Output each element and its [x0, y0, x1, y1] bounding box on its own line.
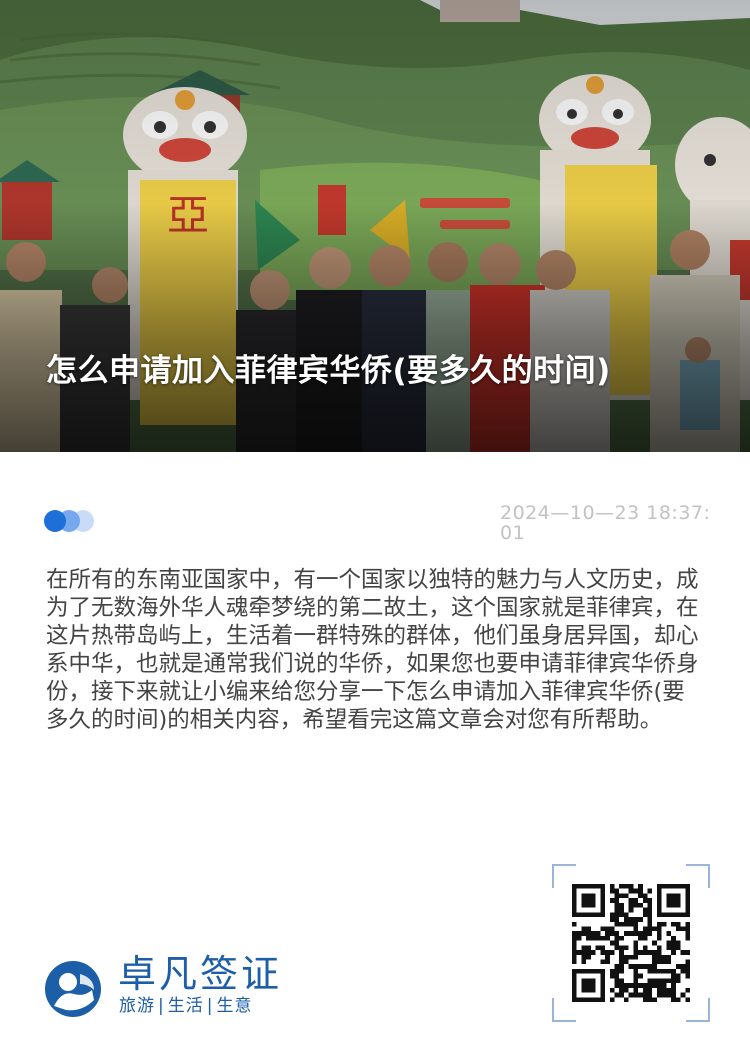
tagline-item: 旅游 [119, 996, 155, 1016]
dot-icon [44, 510, 66, 532]
article-title: 怎么申请加入菲律宾华侨(要多久的时间) [46, 353, 611, 389]
brand-name: 卓凡签证 [118, 952, 283, 996]
qr-frame [552, 864, 710, 1022]
tagline-separator: | [206, 996, 214, 1016]
article-intro: 在所有的东南亚国家中，有一个国家以独特的魅力与人文历史，成为了无数海外华人魂牵梦… [46, 567, 699, 733]
tagline-item: 生活 [167, 996, 204, 1016]
qr-code-icon[interactable] [572, 884, 690, 1002]
decorative-dots-icon [44, 510, 104, 532]
brand-tagline: 旅游 | 生活 | 生意 [119, 995, 252, 1017]
publish-datetime: 2024—10—23 18:37:01 [500, 502, 711, 544]
hero-image: 亞 [0, 0, 750, 452]
brand-logo-icon [45, 961, 101, 1017]
tagline-separator: | [158, 996, 165, 1016]
tagline-item: 生意 [216, 996, 253, 1016]
